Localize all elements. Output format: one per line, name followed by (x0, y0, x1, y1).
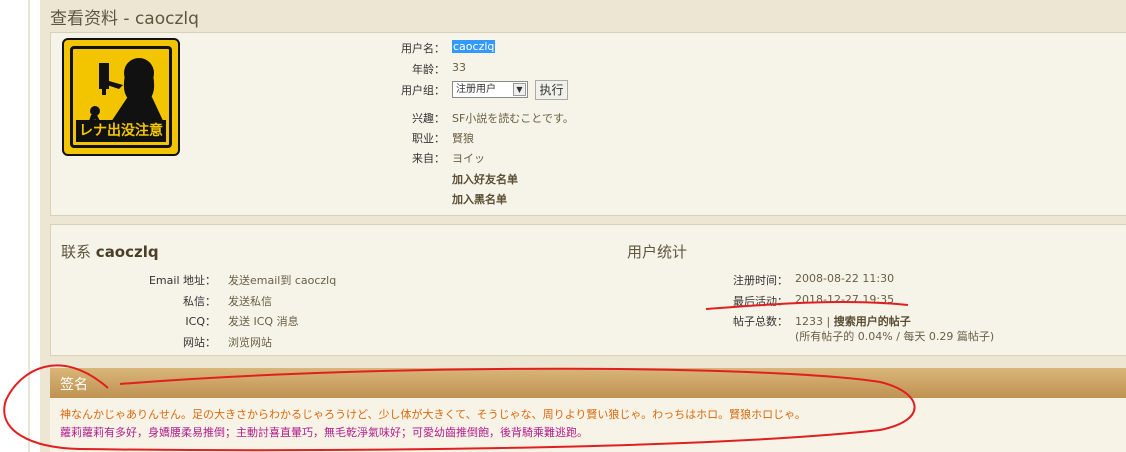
username-value[interactable]: caoczlq (452, 40, 496, 53)
search-posts-link[interactable]: 搜索用户的帖子 (834, 315, 911, 328)
icq-label: ICQ： (185, 315, 216, 328)
from-label: 来自： (412, 152, 445, 165)
signature-line-2: 蘿莉蘿莉有多好，身嬌腰柔易推倒；主動討喜直暈巧，無毛乾淨氣味好；可愛幼齒推倒飽，… (60, 426, 588, 439)
email-label: Email 地址： (148, 274, 216, 287)
group-label: 用户组： (401, 84, 445, 97)
last-active-value: 2018-12-27 19:35 (795, 293, 895, 306)
pm-link[interactable]: 发送私信 (228, 293, 272, 309)
add-friend-link[interactable]: 加入好友名单 (452, 171, 518, 187)
interest-value: SF小説を読むことです。 (452, 112, 574, 125)
profile-panel (50, 32, 1126, 216)
contact-heading: 联系 caoczlq (61, 243, 159, 261)
left-border (28, 0, 30, 452)
post-count-label: 帖子总数： (733, 315, 788, 328)
reg-time-label: 注册时间： (733, 274, 788, 287)
website-label: 网站： (183, 336, 216, 349)
add-blacklist-link[interactable]: 加入黑名单 (452, 191, 507, 207)
from-value: ヨイッ (452, 152, 485, 165)
girl-silhouette-icon (87, 58, 165, 127)
username-label: 用户名： (401, 42, 445, 55)
icq-link[interactable]: 发送 ICQ 消息 (228, 313, 299, 329)
email-link[interactable]: 发送email到 caoczlq (228, 272, 336, 288)
page-title: 查看资料 - caoczlq (50, 9, 199, 29)
pm-label: 私信： (183, 295, 216, 308)
last-active-label: 最后活动： (733, 295, 788, 308)
interest-label: 兴趣： (412, 112, 445, 125)
user-group-select[interactable]: 注册用户 ▼ (452, 81, 528, 98)
age-value: 33 (452, 61, 466, 74)
signature-header: 签名 (50, 368, 1126, 398)
post-stats-detail: (所有帖子的 0.04% / 每天 0.29 篇帖子) (795, 330, 995, 343)
signature-line-1: 神なんかじゃありんせん。足の大きさからわかるじゃろうけど、少し体が大きくて、そう… (60, 408, 806, 421)
website-link[interactable]: 浏览网站 (228, 334, 272, 350)
signature-heading: 签名 (60, 377, 88, 393)
avatar-caption: レナ出没注意 (76, 120, 166, 142)
chevron-down-icon[interactable]: ▼ (513, 83, 526, 96)
stats-heading: 用户统计 (627, 243, 688, 261)
job-label: 职业： (412, 132, 445, 145)
age-label: 年龄： (412, 63, 445, 76)
job-value: 賢狼 (452, 132, 474, 145)
post-count-row: 1233 | 搜索用户的帖子 (795, 315, 911, 328)
execute-button[interactable]: 执行 (535, 80, 568, 100)
post-count-value: 1233 (795, 315, 823, 328)
reg-time-value: 2008-08-22 11:30 (795, 272, 895, 285)
avatar: レナ出没注意 (62, 38, 180, 156)
